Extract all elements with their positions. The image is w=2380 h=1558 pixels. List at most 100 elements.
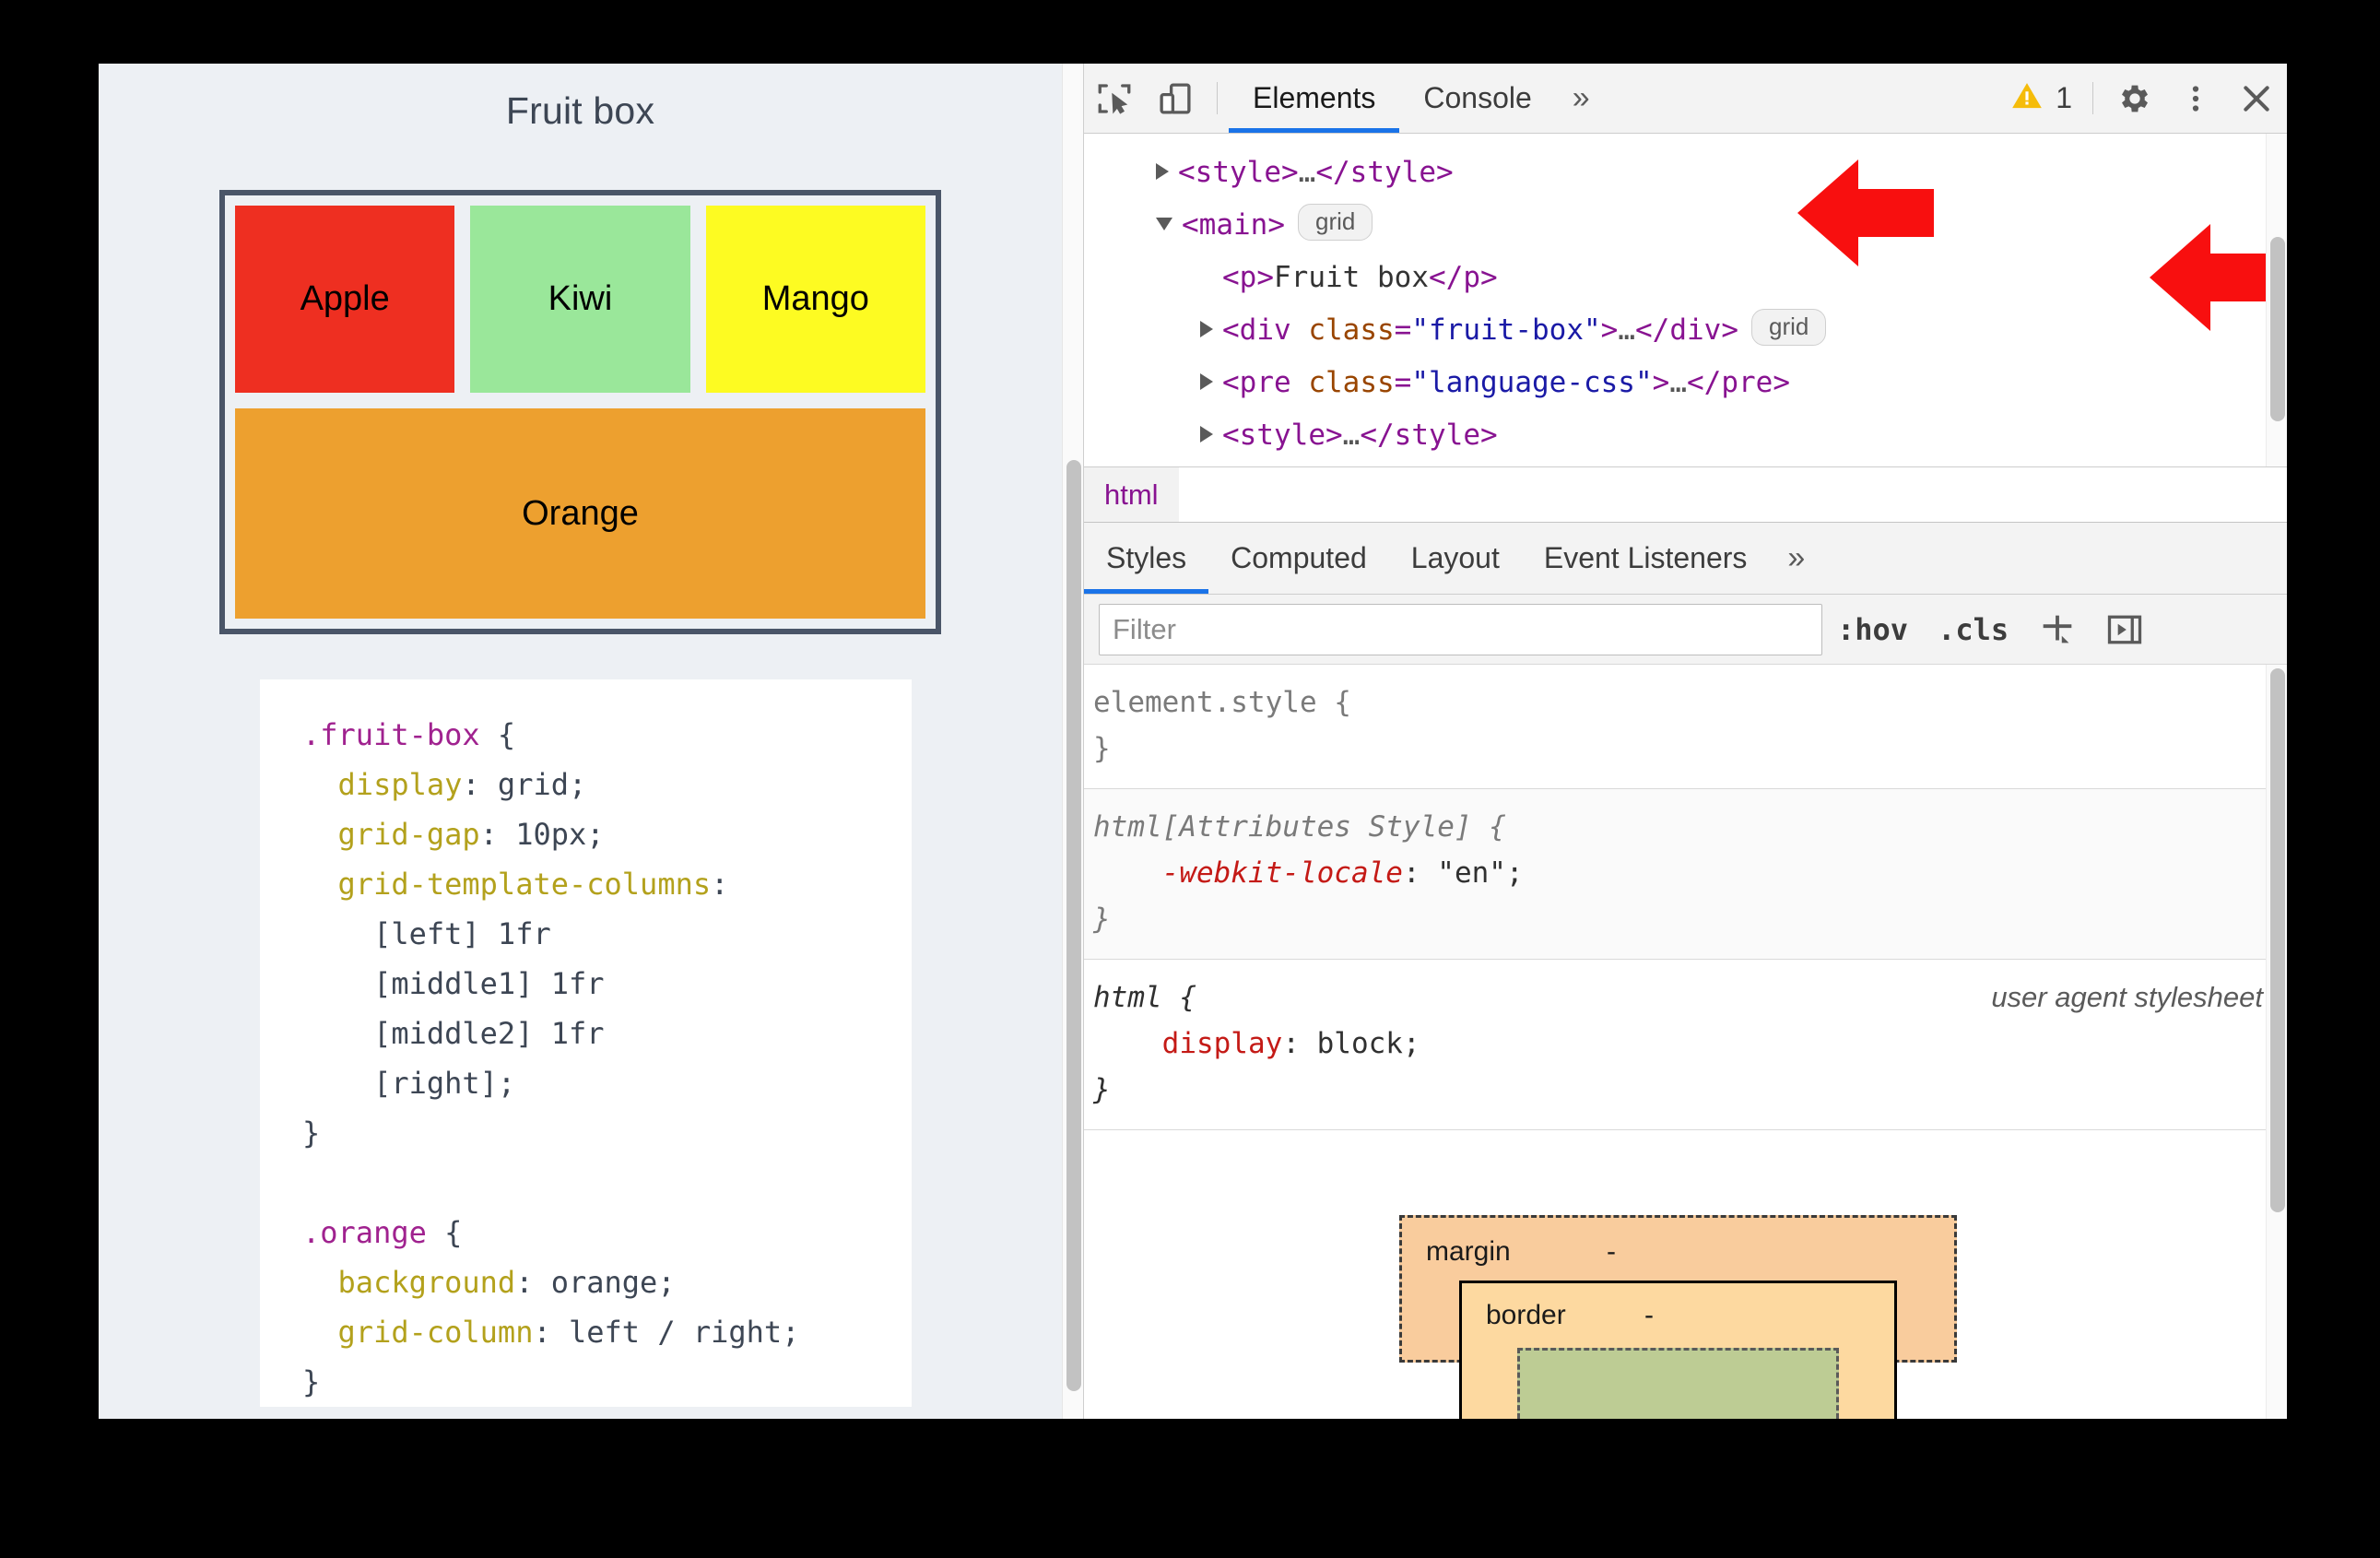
dom-token-ell: … <box>1618 313 1635 347</box>
close-icon[interactable] <box>2226 64 2287 133</box>
dom-token-ell: … <box>1298 156 1316 189</box>
box-model-padding[interactable] <box>1517 1348 1839 1419</box>
css-code-card: .fruit-box { display: grid; grid-gap: 10… <box>260 679 912 1407</box>
style-rule-close: } <box>1093 903 1111 936</box>
hov-button[interactable]: :hov <box>1822 612 1923 647</box>
style-rule-selector[interactable]: element.style { <box>1084 679 2287 726</box>
chevron-right-icon[interactable] <box>1200 373 1213 390</box>
css-selector-orange: .orange <box>302 1215 427 1250</box>
dom-token-txt <box>1291 313 1309 347</box>
toolbar-divider-1 <box>1217 82 1218 114</box>
dom-token-punc: < <box>1182 208 1199 242</box>
dom-tree-row[interactable]: <div class="fruit-box">…</div> grid <box>1084 304 2287 357</box>
style-rule[interactable]: element.style {} <box>1084 665 2287 789</box>
css-prop-gridcolumn: grid-column <box>337 1315 534 1350</box>
dom-token-punc: < <box>1222 313 1240 347</box>
page-scrollbar-thumb[interactable] <box>1066 460 1081 1391</box>
toggle-sidebar-icon[interactable] <box>2091 609 2158 650</box>
tab-styles[interactable]: Styles <box>1084 523 1209 594</box>
browser-window: Fruit box Apple Kiwi Mango Orange .fruit… <box>99 64 2287 1419</box>
style-declaration[interactable]: display: block; <box>1084 1021 2287 1067</box>
style-property[interactable]: -webkit-locale <box>1093 856 1403 890</box>
styles-scrollbar[interactable] <box>2266 665 2287 1419</box>
dom-token-tag: pre <box>1721 366 1773 399</box>
style-value[interactable]: "en"; <box>1437 856 1523 890</box>
devtools-panel: Elements Console » 1 <style>…</style> <m… <box>1083 64 2287 1419</box>
cls-button[interactable]: .cls <box>1923 612 2023 647</box>
dom-tree-row[interactable]: <pre class="language-css">…</pre> <box>1084 357 2287 409</box>
dom-tree-row[interactable]: <p>Fruit box</p> <box>1084 252 2287 304</box>
chevron-down-icon[interactable] <box>1156 218 1172 230</box>
more-sidebar-tabs-icon[interactable]: » <box>1769 523 1823 594</box>
dom-tree-rows: <style>…</style> <main> grid <p>Fruit box</… <box>1084 134 2287 462</box>
dom-token-punc: </ <box>1429 261 1464 294</box>
tab-elements-label: Elements <box>1253 81 1376 114</box>
dom-tree-scrollbar[interactable] <box>2266 134 2287 466</box>
tab-layout[interactable]: Layout <box>1389 523 1522 594</box>
box-model-border-value[interactable]: - <box>1644 1300 1654 1331</box>
dom-tree-row[interactable]: <style>…</style> <box>1084 409 2287 462</box>
gear-icon[interactable] <box>2104 64 2165 133</box>
dom-token-punc: > <box>1267 208 1285 242</box>
css-prop-gridtemplatecolumns: grid-template-columns <box>337 867 712 902</box>
css-prop-gridgap: grid-gap <box>337 817 480 852</box>
styles-rules-panel[interactable]: element.style {} html[Attributes Style] {… <box>1084 665 2287 1419</box>
css-val-display: grid; <box>497 767 587 802</box>
warning-count: 1 <box>2056 81 2072 114</box>
box-model-border-label: border <box>1486 1300 1566 1330</box>
box-model-margin[interactable]: margin - border - <box>1399 1215 1957 1419</box>
dom-tree-scrollbar-thumb[interactable] <box>2270 237 2285 421</box>
css-rule1-close: } <box>302 1115 321 1151</box>
grid-badge[interactable]: grid <box>1751 309 1827 346</box>
page-scrollbar[interactable] <box>1062 64 1083 1419</box>
more-tabs-icon[interactable]: » <box>1556 64 1607 133</box>
device-toolbar-icon[interactable] <box>1145 64 1206 133</box>
grid-badge[interactable]: grid <box>1298 204 1373 241</box>
dom-token-tag: p <box>1463 261 1480 294</box>
dom-token-punc: </ <box>1686 366 1722 399</box>
style-value[interactable]: block; <box>1317 1027 1420 1060</box>
box-model-margin-value[interactable]: - <box>1607 1236 1616 1268</box>
dom-token-punc: > <box>1436 156 1454 189</box>
style-property[interactable]: display <box>1093 1027 1283 1060</box>
dom-tree-row[interactable]: <main> grid <box>1084 199 2287 252</box>
dom-tree-panel[interactable]: <style>…</style> <main> grid <p>Fruit box</… <box>1084 134 2287 467</box>
dom-token-aval: "fruit-box" <box>1411 313 1601 347</box>
dom-token-punc: > <box>1773 366 1790 399</box>
tab-elements[interactable]: Elements <box>1229 64 1400 133</box>
dom-token-punc: > <box>1480 419 1498 452</box>
dom-tree-row[interactable]: <style>…</style> <box>1084 147 2287 199</box>
breadcrumb-item-html[interactable]: html <box>1084 467 1179 522</box>
kebab-menu-icon[interactable] <box>2165 64 2226 133</box>
dom-token-attr: class <box>1308 313 1395 347</box>
dom-token-aval: "language-css" <box>1411 366 1653 399</box>
box-model-border[interactable]: border - <box>1459 1281 1897 1419</box>
style-rule[interactable]: html {user agent stylesheet display: blo… <box>1084 960 2287 1130</box>
box-model-margin-label: margin <box>1426 1236 1511 1267</box>
style-declaration[interactable]: -webkit-locale: "en"; <box>1084 850 2287 896</box>
inspect-element-icon[interactable] <box>1084 64 1145 133</box>
chevron-right-icon[interactable] <box>1200 321 1213 337</box>
tab-event-listeners[interactable]: Event Listeners <box>1522 523 1770 594</box>
tab-styles-label: Styles <box>1106 541 1187 574</box>
chevron-right-icon[interactable] <box>1156 163 1169 180</box>
dom-token-txt: Fruit box <box>1274 261 1429 294</box>
fruit-cell-kiwi: Kiwi <box>470 206 690 393</box>
dom-token-punc: > <box>1281 156 1299 189</box>
style-rule[interactable]: html[Attributes Style] { -webkit-locale:… <box>1084 789 2287 960</box>
filter-input[interactable] <box>1099 603 1822 655</box>
style-rule-selector[interactable]: html[Attributes Style] { <box>1084 804 2287 850</box>
dom-token-tag: style <box>1394 419 1480 452</box>
tab-console[interactable]: Console <box>1399 64 1555 133</box>
style-colon: : <box>1282 1027 1317 1060</box>
style-colon: : <box>1402 856 1438 890</box>
breadcrumb: html <box>1084 467 2287 523</box>
warning-badge[interactable]: 1 <box>2000 64 2081 133</box>
styles-scrollbar-thumb[interactable] <box>2270 668 2285 1212</box>
plus-icon[interactable] <box>2023 608 2091 651</box>
tab-computed[interactable]: Computed <box>1208 523 1389 594</box>
dom-token-tag: div <box>1239 313 1291 347</box>
dom-token-tag: div <box>1669 313 1722 347</box>
chevron-right-icon[interactable] <box>1200 426 1213 443</box>
